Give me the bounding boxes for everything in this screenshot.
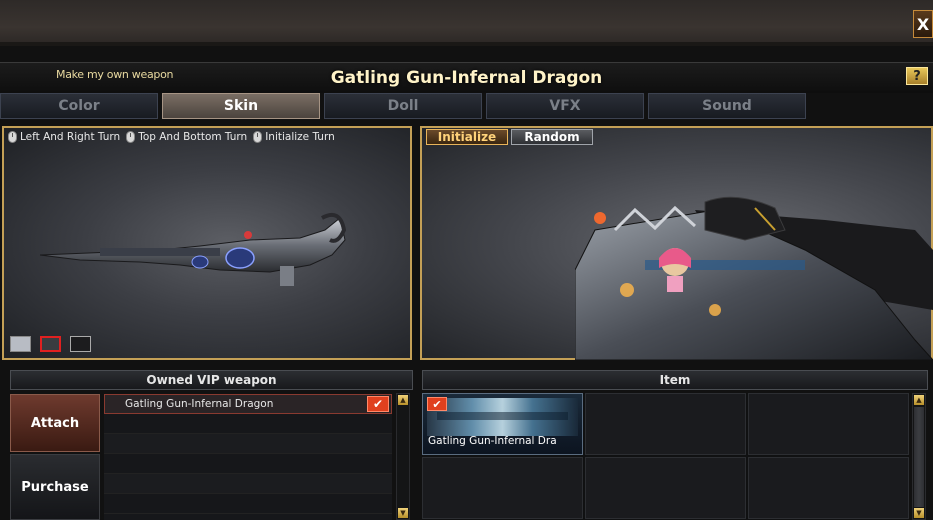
hint-label: Top And Bottom Turn bbox=[138, 131, 248, 143]
scroll-up-icon[interactable]: ▲ bbox=[398, 395, 408, 405]
item-slot-empty[interactable] bbox=[748, 393, 909, 455]
item-slot-empty[interactable] bbox=[748, 457, 909, 519]
list-item-empty bbox=[104, 494, 392, 514]
list-item-empty bbox=[104, 414, 392, 434]
item-grid-scrollbar[interactable]: ▲ ▼ bbox=[912, 393, 926, 520]
hint-initialize: Initialize Turn bbox=[253, 131, 335, 143]
check-icon: ✔ bbox=[367, 396, 389, 412]
list-item-empty bbox=[104, 474, 392, 494]
help-button[interactable]: ? bbox=[906, 67, 928, 85]
item-slot-empty[interactable] bbox=[422, 457, 583, 519]
list-item-empty bbox=[104, 434, 392, 454]
window-title: Gatling Gun-Infernal Dragon bbox=[330, 68, 603, 88]
hint-label: Initialize Turn bbox=[265, 131, 335, 143]
list-item[interactable]: Gatling Gun-Infernal Dragon ✔ bbox=[104, 394, 392, 414]
scroll-up-icon[interactable]: ▲ bbox=[914, 395, 924, 405]
item-header: Item bbox=[422, 370, 928, 390]
check-icon: ✔ bbox=[427, 397, 447, 411]
owned-vip-weapon-header: Owned VIP weapon bbox=[10, 370, 413, 390]
swatch-black[interactable] bbox=[70, 336, 91, 352]
window-top-background bbox=[0, 0, 933, 46]
scroll-down-icon[interactable]: ▼ bbox=[914, 508, 924, 518]
tab-color[interactable]: Color bbox=[0, 93, 158, 119]
random-button[interactable]: Random bbox=[511, 129, 593, 145]
tab-vfx[interactable]: VFX bbox=[486, 93, 644, 119]
hint-label: Left And Right Turn bbox=[20, 131, 121, 143]
item-thumbnail bbox=[427, 398, 578, 436]
control-hints: Left And Right Turn Top And Bottom Turn … bbox=[8, 131, 335, 143]
mouse-icon bbox=[253, 131, 263, 143]
swatch-dark-selected[interactable] bbox=[40, 336, 61, 352]
close-button[interactable]: X bbox=[913, 10, 933, 38]
mouse-icon bbox=[8, 131, 17, 143]
owned-list-scrollbar[interactable]: ▲ ▼ bbox=[396, 393, 410, 520]
initialize-button[interactable]: Initialize bbox=[426, 129, 508, 145]
item-slot[interactable]: ✔ Gatling Gun-Infernal Dra bbox=[422, 393, 583, 455]
scroll-thumb[interactable] bbox=[914, 407, 924, 507]
item-slot-empty[interactable] bbox=[585, 457, 746, 519]
tab-bar: Color Skin Doll VFX Sound bbox=[0, 93, 810, 119]
owned-weapon-list: Gatling Gun-Infernal Dragon ✔ bbox=[104, 394, 392, 520]
weapon-side-view-image bbox=[40, 213, 347, 286]
item-grid: ✔ Gatling Gun-Infernal Dra bbox=[422, 393, 909, 520]
weapon-first-person-image bbox=[575, 196, 933, 360]
item-slot-label: Gatling Gun-Infernal Dra bbox=[428, 435, 557, 447]
background-swatches bbox=[10, 336, 91, 352]
purchase-button[interactable]: Purchase bbox=[10, 454, 100, 520]
hint-top-bottom: Top And Bottom Turn bbox=[126, 131, 247, 143]
scroll-down-icon[interactable]: ▼ bbox=[398, 508, 408, 518]
tab-doll[interactable]: Doll bbox=[324, 93, 482, 119]
mouse-icon bbox=[126, 131, 136, 143]
swatch-light[interactable] bbox=[10, 336, 31, 352]
list-item-label: Gatling Gun-Infernal Dragon bbox=[125, 398, 274, 410]
item-slot-empty[interactable] bbox=[585, 393, 746, 455]
hint-left-right: Left And Right Turn bbox=[8, 131, 120, 143]
attach-button[interactable]: Attach bbox=[10, 394, 100, 452]
list-item-empty bbox=[104, 454, 392, 474]
tab-sound[interactable]: Sound bbox=[648, 93, 806, 119]
tab-skin[interactable]: Skin bbox=[162, 93, 320, 119]
